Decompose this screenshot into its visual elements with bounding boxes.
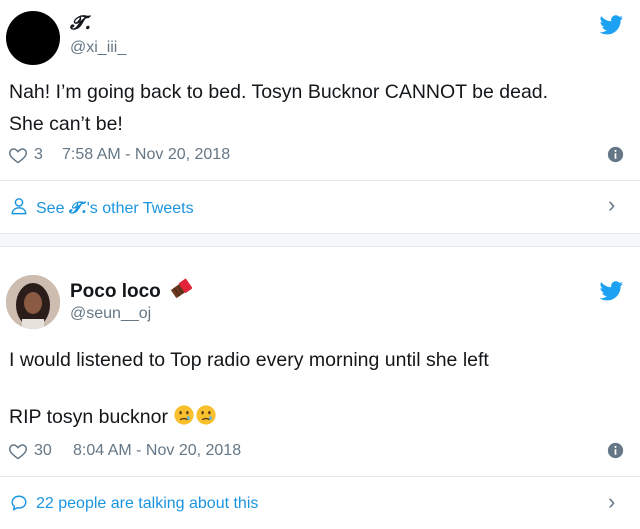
avatar[interactable] xyxy=(6,275,60,329)
display-name-text: Poco loco xyxy=(70,281,161,302)
like-count[interactable]: 30 xyxy=(34,442,52,460)
tweet-text-line: She can’t be! xyxy=(9,113,123,135)
see-prefix: See xyxy=(36,200,69,217)
divider xyxy=(0,246,640,247)
see-suffix: 's other Tweets xyxy=(86,200,194,217)
info-icon[interactable] xyxy=(607,146,624,163)
person-icon xyxy=(11,198,27,215)
crying-face-emoji-icon xyxy=(174,405,195,425)
speech-bubble-icon xyxy=(11,495,27,511)
conversation-text: 22 people are talking about this xyxy=(36,495,259,512)
display-name[interactable]: Poco loco xyxy=(70,277,196,303)
tweet-text-segment: RIP tosyn bucknor xyxy=(9,406,168,428)
tweet-text-line: I would listened to Top radio every morn… xyxy=(9,349,489,371)
crying-face-emoji-icon xyxy=(196,405,217,425)
tweet-text-line: Nah! I’m going back to bed. Tosyn Buckno… xyxy=(9,81,549,103)
timestamp[interactable]: 7:58 AM - Nov 20, 2018 xyxy=(62,146,230,164)
heart-icon[interactable] xyxy=(8,145,28,165)
tweet-text-line: RIP tosyn bucknor xyxy=(9,401,217,433)
timestamp[interactable]: 8:04 AM - Nov 20, 2018 xyxy=(73,442,241,460)
display-name[interactable]: 𝓣. xyxy=(70,12,91,34)
chocolate-emoji-icon xyxy=(171,278,193,298)
see-other-tweets-link[interactable]: See 𝓣.'s other Tweets › xyxy=(0,181,640,233)
info-icon[interactable] xyxy=(607,442,624,459)
like-count[interactable]: 3 xyxy=(34,146,43,164)
handle[interactable]: @xi_iii_ xyxy=(70,39,126,57)
author-name: 𝓣. xyxy=(68,198,87,217)
twitter-bird-icon[interactable] xyxy=(598,13,625,37)
heart-icon[interactable] xyxy=(8,441,28,461)
chevron-right-icon: › xyxy=(608,489,616,514)
avatar[interactable] xyxy=(6,11,60,65)
twitter-bird-icon[interactable] xyxy=(598,279,625,303)
handle[interactable]: @seun__oj xyxy=(70,305,151,323)
tweet-separator xyxy=(0,234,640,246)
avatar-photo xyxy=(6,275,60,329)
tweet-text: Nah! I’m going back to bed. Tosyn Buckno… xyxy=(9,76,634,140)
conversation-link[interactable]: 22 people are talking about this › xyxy=(0,477,640,529)
chevron-right-icon: › xyxy=(608,192,616,217)
